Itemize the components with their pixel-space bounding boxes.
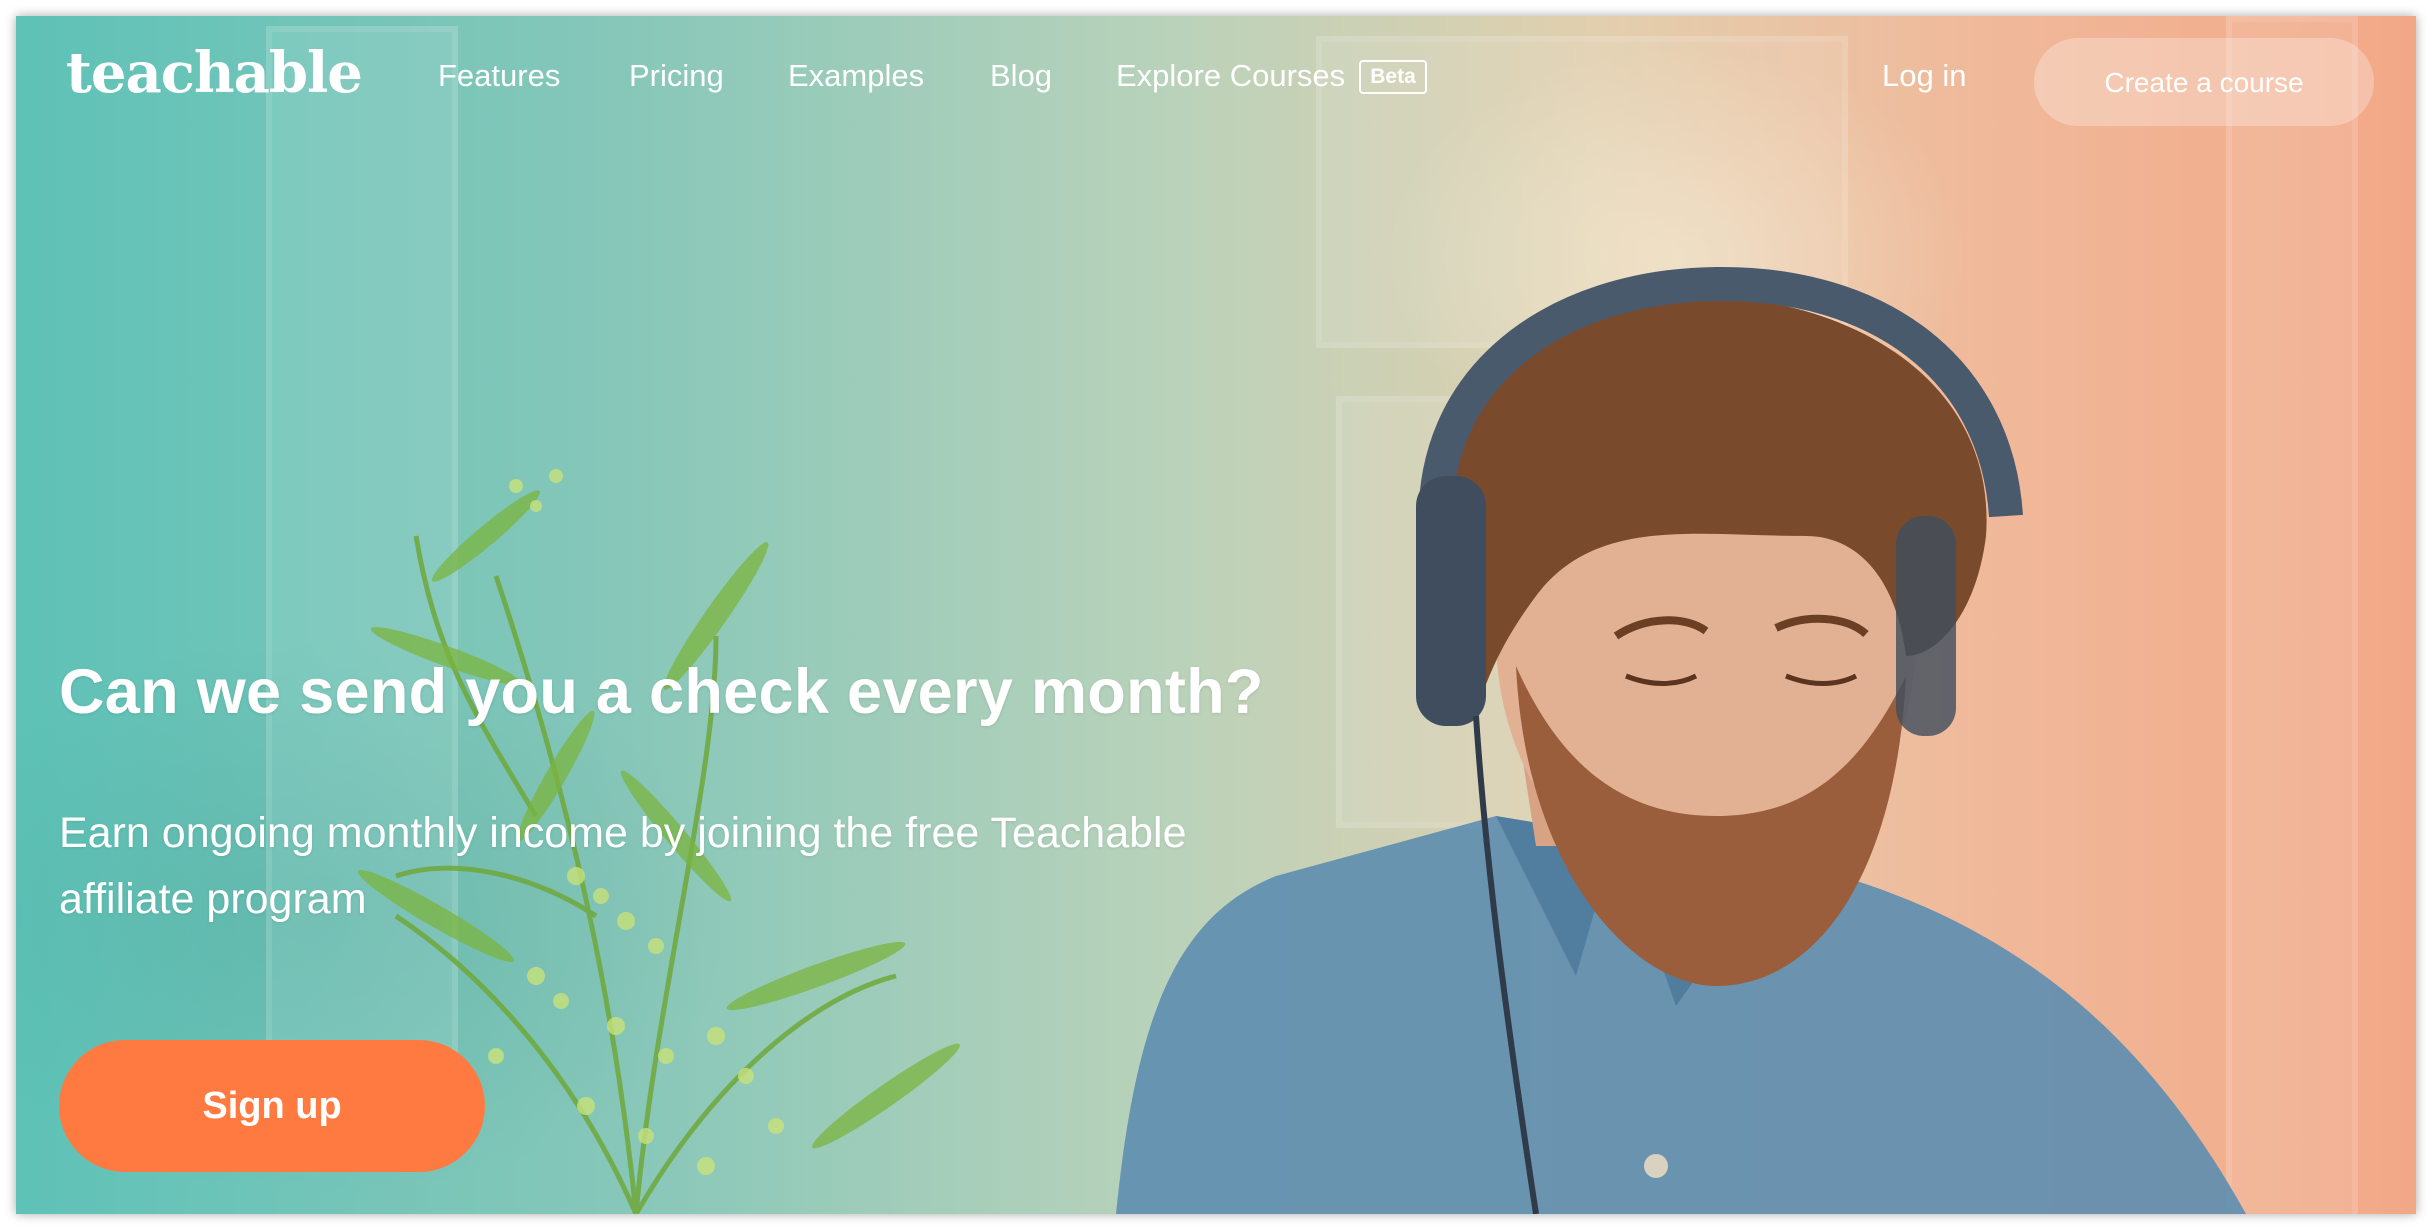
hero-background-image <box>16 16 2416 1214</box>
nav-link-features[interactable]: Features <box>438 58 560 94</box>
teachable-logo[interactable]: teachable <box>66 40 363 106</box>
nav-link-blog[interactable]: Blog <box>990 58 1052 94</box>
beta-badge: Beta <box>1359 60 1427 94</box>
person-with-headphones <box>1116 266 2246 1214</box>
create-course-button[interactable]: Create a course <box>2034 38 2374 126</box>
nav-link-examples[interactable]: Examples <box>788 58 924 94</box>
top-navigation: teachable Features Pricing Examples Blog… <box>16 16 2416 146</box>
nav-link-explore-courses[interactable]: Explore Courses <box>1116 58 1345 94</box>
nav-link-pricing[interactable]: Pricing <box>629 58 724 94</box>
hero-headline: Can we send you a check every month? <box>59 657 1264 727</box>
sign-up-button[interactable]: Sign up <box>59 1040 485 1172</box>
hero-subtext: Earn ongoing monthly income by joining t… <box>59 809 1187 923</box>
login-link[interactable]: Log in <box>1882 58 1966 94</box>
browser-viewport: teachable Features Pricing Examples Blog… <box>16 16 2416 1214</box>
